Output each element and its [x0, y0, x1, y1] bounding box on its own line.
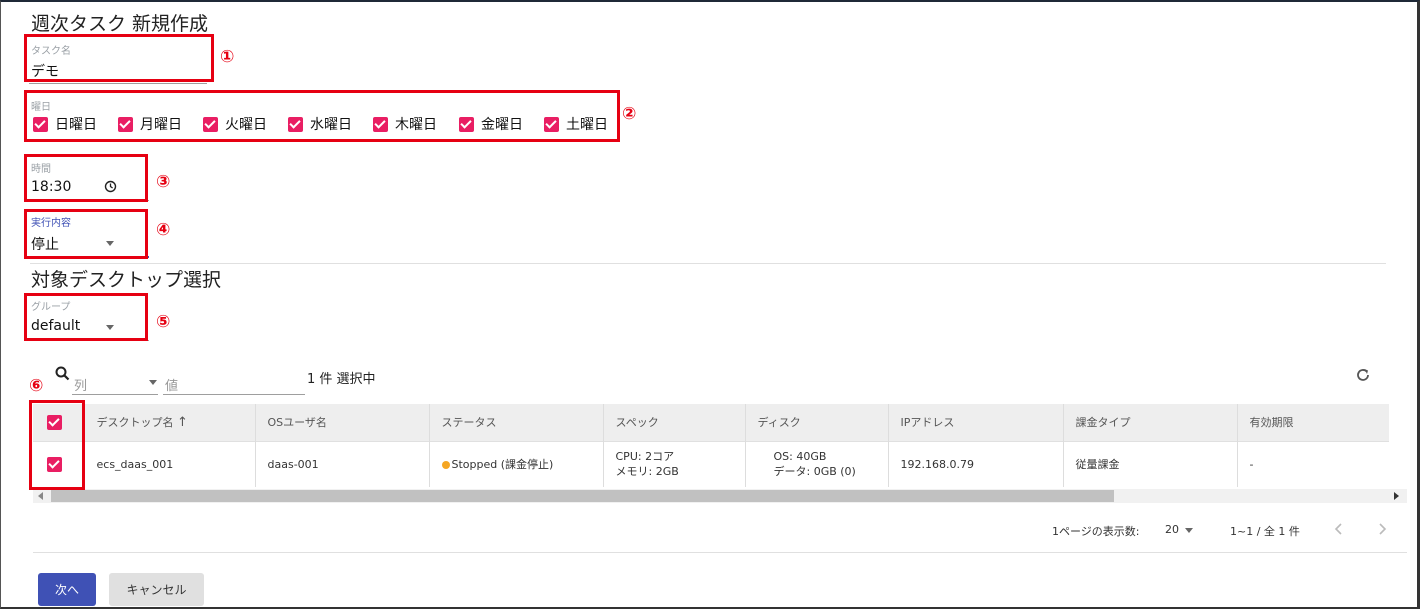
cell-disk: OS: 40GB データ: 0GB (0) — [745, 440, 889, 487]
highlight-box-3 — [24, 154, 148, 202]
chevron-down-icon[interactable] — [1185, 528, 1193, 533]
next-page-icon[interactable] — [1377, 523, 1387, 535]
highlight-box-6 — [29, 400, 85, 490]
filter-value-underline — [163, 394, 305, 395]
prev-page-icon[interactable] — [1334, 523, 1344, 535]
scroll-left-icon[interactable] — [38, 492, 43, 500]
desktop-table: デスクトップ名 ↑ OSユーザ名 ステータス スペック ディスク IPアドレス … — [33, 404, 1389, 487]
annotation-2: ② — [622, 104, 637, 124]
column-header-name[interactable]: デスクトップ名 ↑ — [84, 404, 256, 441]
page-title: 週次タスク 新規作成 — [31, 13, 209, 35]
highlight-box-4 — [24, 209, 148, 259]
filter-column-select[interactable]: 列 — [74, 375, 87, 394]
column-header-spec[interactable]: スペック — [603, 404, 746, 441]
column-header-expiry[interactable]: 有効期限 — [1237, 404, 1389, 441]
table-row[interactable]: ecs_daas_001 daas-001 Stopped (課金停止) CPU… — [33, 440, 1389, 487]
table-header-row: デスクトップ名 ↑ OSユーザ名 ステータス スペック ディスク IPアドレス … — [33, 404, 1389, 441]
cell-expiry: - — [1237, 440, 1389, 487]
filter-value-input[interactable]: 値 — [165, 375, 178, 394]
sort-arrow-up-icon[interactable]: ↑ — [177, 415, 188, 430]
table-footer-divider — [33, 552, 1407, 553]
cell-spec: CPU: 2コア メモリ: 2GB — [603, 440, 746, 487]
chevron-down-icon[interactable] — [149, 380, 157, 385]
annotation-1: ① — [220, 47, 235, 67]
column-header-billing[interactable]: 課金タイプ — [1063, 404, 1238, 441]
refresh-icon[interactable] — [1355, 367, 1371, 383]
scroll-right-icon[interactable] — [1394, 492, 1399, 500]
filter-column-underline — [72, 394, 158, 395]
cell-status: Stopped (課金停止) — [429, 440, 604, 487]
cell-name: ecs_daas_001 — [84, 440, 256, 487]
scrollbar-thumb[interactable] — [51, 490, 1114, 502]
target-section-title: 対象デスクトップ選択 — [31, 269, 222, 291]
per-page-select[interactable]: 20 — [1165, 523, 1179, 536]
selected-count: 1 件 選択中 — [307, 372, 376, 387]
highlight-box-2 — [24, 90, 620, 142]
annotation-4: ④ — [156, 220, 171, 240]
highlight-box-1 — [24, 34, 214, 82]
task-name-underline — [29, 83, 207, 84]
cancel-button[interactable]: キャンセル — [109, 573, 204, 606]
highlight-box-5 — [24, 293, 148, 341]
section-divider — [30, 263, 1386, 264]
search-icon — [55, 366, 70, 381]
cell-ip: 192.168.0.79 — [888, 440, 1064, 487]
column-header-disk[interactable]: ディスク — [745, 404, 889, 441]
per-page-label: 1ページの表示数: — [1052, 525, 1140, 538]
column-header-status[interactable]: ステータス — [429, 404, 604, 441]
cell-os-user: daas-001 — [255, 440, 430, 487]
annotation-5: ⑤ — [156, 312, 171, 332]
column-header-ip[interactable]: IPアドレス — [888, 404, 1064, 441]
cell-billing: 従量課金 — [1063, 440, 1238, 487]
status-dot-icon — [441, 460, 450, 469]
annotation-3: ③ — [156, 172, 171, 192]
annotation-6: ⑥ — [29, 376, 44, 396]
column-header-os-user[interactable]: OSユーザ名 — [255, 404, 430, 441]
next-button[interactable]: 次へ — [38, 573, 96, 606]
page-range: 1~1 / 全 1 件 — [1230, 525, 1300, 538]
